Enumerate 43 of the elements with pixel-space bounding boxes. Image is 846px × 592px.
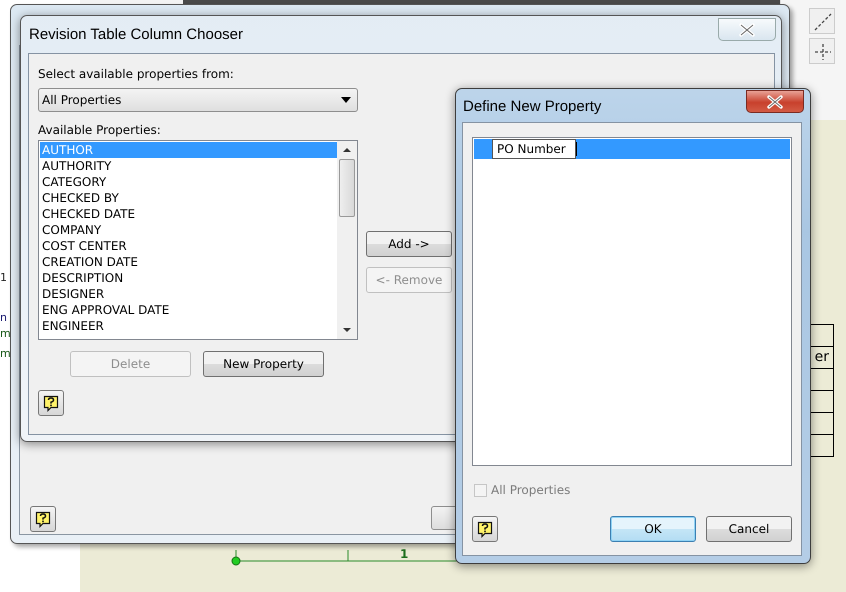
- list-item[interactable]: DESIGNER: [40, 286, 337, 302]
- button: Delete: [70, 351, 191, 377]
- close-icon: [766, 94, 784, 108]
- window-title: Revision Table Column Chooser: [29, 26, 243, 43]
- list-item[interactable]: ENGINEER: [40, 318, 337, 334]
- crosshair-icon[interactable]: [809, 38, 835, 64]
- list-item[interactable]: COST CENTER: [40, 238, 337, 254]
- list-label: Available Properties:: [38, 123, 162, 137]
- button[interactable]: New Property: [203, 351, 324, 377]
- scrollbar[interactable]: [337, 141, 357, 339]
- help-icon: [35, 510, 51, 528]
- button: <- Remove: [366, 267, 452, 293]
- button[interactable]: OK: [610, 516, 696, 542]
- side-label: m: [0, 327, 11, 340]
- close-button[interactable]: [746, 90, 804, 113]
- help-button[interactable]: [472, 516, 498, 542]
- list-item[interactable]: CATEGORY: [40, 174, 337, 190]
- list-item[interactable]: COMPANY: [40, 222, 337, 238]
- side-label: n: [0, 311, 7, 324]
- text-cursor: [576, 142, 577, 156]
- side-label: m: [0, 347, 11, 360]
- list-item[interactable]: CREATION DATE: [40, 254, 337, 270]
- checkbox-label: All Properties: [491, 483, 570, 497]
- close-icon: [738, 22, 756, 36]
- field-label: Select available properties from:: [38, 67, 235, 81]
- help-icon: [43, 394, 59, 412]
- dimension-label: 1: [400, 548, 408, 560]
- list-item[interactable]: DESCRIPTION: [40, 270, 337, 286]
- button[interactable]: Cancel: [706, 516, 792, 542]
- input-field[interactable]: PO Number: [492, 139, 576, 159]
- help-icon: [477, 520, 493, 538]
- list-item[interactable]: CHECKED BY: [40, 190, 337, 206]
- help-button[interactable]: [38, 390, 64, 416]
- button[interactable]: Add ->: [366, 231, 452, 257]
- grid-row[interactable]: PO Number: [474, 139, 790, 159]
- window-title: Define New Property: [463, 98, 602, 115]
- properties-list[interactable]: AUTHOR AUTHORITY CATEGORY CHECKED BY CHECKED DATE COMPANY COST CENTER CREATION DATE DESCRIPTION DESIGNER ENG APPROVAL DATE ENGINEER: [38, 140, 358, 340]
- list-item[interactable]: CHECKED DATE: [40, 206, 337, 222]
- list-item[interactable]: AUTHORITY: [40, 158, 337, 174]
- help-button[interactable]: [30, 506, 56, 532]
- list-item[interactable]: ENG APPROVAL DATE: [40, 302, 337, 318]
- properties-dropdown[interactable]: All Properties: [38, 88, 358, 112]
- side-label: 1: [0, 271, 7, 284]
